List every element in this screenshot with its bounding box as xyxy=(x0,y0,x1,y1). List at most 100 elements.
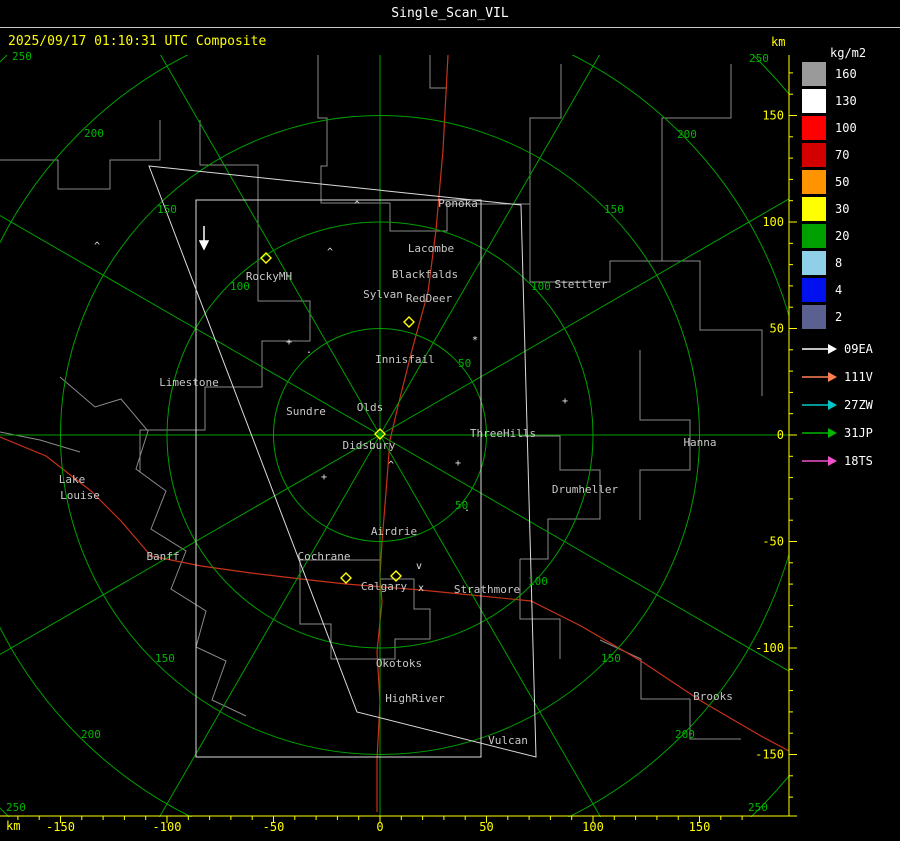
city-label: Drumheller xyxy=(552,483,619,496)
ring-distance-label: 200 xyxy=(84,127,104,140)
county-boundaries xyxy=(0,55,763,740)
city-label: Sylvan xyxy=(363,288,403,301)
storm-cell-marker: + xyxy=(321,472,327,483)
track-row: 18TS xyxy=(802,447,898,475)
city-label: RedDeer xyxy=(406,292,453,305)
scale-color-swatch xyxy=(802,170,826,194)
storm-track-arrowhead xyxy=(198,240,210,251)
city-label: Blackfalds xyxy=(392,268,458,281)
right-axis-label: 0 xyxy=(777,428,784,442)
track-arrow-head xyxy=(828,428,837,438)
city-label: Strathmore xyxy=(454,583,520,596)
range-rings xyxy=(0,55,789,817)
range-ring xyxy=(0,55,789,817)
bottom-axis-label: -100 xyxy=(153,820,182,834)
city-label: Brooks xyxy=(693,690,733,703)
track-row: 31JP xyxy=(802,419,898,447)
scale-color-swatch xyxy=(802,143,826,167)
right-axis-label: 50 xyxy=(770,322,784,336)
scale-row: 70 xyxy=(802,143,898,167)
track-id-label: 27ZW xyxy=(844,398,873,412)
city-label: Vulcan xyxy=(488,734,528,747)
storm-cell-marker: + xyxy=(286,337,292,348)
radar-coverage-outline xyxy=(148,165,537,758)
ring-distance-label: 200 xyxy=(675,728,695,741)
city-label: ThreeHills xyxy=(470,427,536,440)
scale-row: 160 xyxy=(802,62,898,86)
scale-value: 20 xyxy=(835,229,850,243)
track-arrow-head xyxy=(828,400,837,410)
legend-panel: kg/m2 160 130 100 70 50 30 20 8 4 2 09EA 111V 27ZW 3… xyxy=(802,46,898,475)
bottom-axis-label: -150 xyxy=(46,820,75,834)
scale-value: 8 xyxy=(835,256,843,270)
radar-map[interactable]: 2502001501002502001501005050100150200250… xyxy=(0,0,900,841)
city-label: Stettler xyxy=(555,278,608,291)
radar-site-diamond xyxy=(403,316,415,328)
county-boundary-line xyxy=(299,559,431,660)
legend-units-label: kg/m2 xyxy=(830,46,867,60)
bottom-axis-label: 0 xyxy=(376,820,383,834)
radar-coverage-outlines xyxy=(148,165,537,758)
city-label: Limestone xyxy=(159,376,219,389)
storm-cell-marker: . xyxy=(306,345,312,356)
storm-cell-marker: ^ xyxy=(354,200,360,211)
scale-row: 4 xyxy=(802,278,898,302)
county-boundary-line xyxy=(199,120,259,231)
scale-color-swatch xyxy=(802,116,826,140)
color-scale: 160 130 100 70 50 30 20 8 4 2 xyxy=(802,62,898,329)
track-arrow-icon xyxy=(802,456,837,466)
ring-distance-label: 250 xyxy=(6,801,26,814)
ring-distance-label: 250 xyxy=(748,801,768,814)
county-boundary-line xyxy=(59,376,247,717)
city-label: Lake xyxy=(59,473,86,486)
scale-color-swatch xyxy=(802,278,826,302)
storm-cell-marker: + xyxy=(455,458,461,469)
city-label: Hanna xyxy=(683,436,716,449)
storm-cell-marker: ^ xyxy=(94,241,100,252)
scale-color-swatch xyxy=(802,89,826,113)
track-id-label: 09EA xyxy=(844,342,873,356)
city-label: Sundre xyxy=(286,405,326,418)
track-arrow-icon xyxy=(802,428,837,438)
bottom-axis-label: -50 xyxy=(263,820,285,834)
scale-value: 4 xyxy=(835,283,843,297)
city-label: Ponoka xyxy=(438,197,478,210)
county-boundary-line xyxy=(317,55,390,204)
scale-value: 160 xyxy=(835,67,857,81)
ring-distance-label: 100 xyxy=(528,575,548,588)
track-arrow-icon xyxy=(802,344,837,354)
scale-color-swatch xyxy=(802,251,826,275)
right-axis-label: -50 xyxy=(762,535,784,549)
scale-color-swatch xyxy=(802,197,826,221)
scale-color-swatch xyxy=(802,305,826,329)
city-label: Olds xyxy=(357,401,384,414)
ring-distance-label: 150 xyxy=(604,203,624,216)
right-axis-label: 150 xyxy=(762,109,784,123)
ring-distance-label: 100 xyxy=(531,280,551,293)
city-label: Banff xyxy=(146,550,179,563)
ring-distance-label: 150 xyxy=(157,203,177,216)
county-boundary-line xyxy=(662,260,763,396)
ring-distance-label: 250 xyxy=(12,50,32,63)
city-label: Innisfail xyxy=(375,353,435,366)
scale-row: 20 xyxy=(802,224,898,248)
city-label: Louise xyxy=(60,489,100,502)
storm-cell-marker: * xyxy=(472,335,478,346)
track-row: 09EA xyxy=(802,335,898,363)
bottom-axis-label: 100 xyxy=(582,820,604,834)
right-axis-label: -150 xyxy=(755,748,784,762)
track-arrow-head xyxy=(828,344,837,354)
scale-row: 30 xyxy=(802,197,898,221)
track-id-label: 18TS xyxy=(844,454,873,468)
scale-row: 2 xyxy=(802,305,898,329)
storm-cell-marker: x xyxy=(418,583,424,594)
ring-distance-label: 50 xyxy=(458,357,471,370)
storm-cell-marker: ^ xyxy=(388,460,394,471)
storm-track-legend: 09EA 111V 27ZW 31JP 18TS xyxy=(802,335,898,475)
scale-row: 100 xyxy=(802,116,898,140)
ring-distance-label: 200 xyxy=(677,128,697,141)
track-row: 111V xyxy=(802,363,898,391)
km-axes: -150 -100 -50 0 50 100 150 150 100 50 0 -50 -100 -150 xyxy=(0,55,797,834)
ring-distance-label: 150 xyxy=(601,652,621,665)
city-label: Okotoks xyxy=(376,657,422,670)
